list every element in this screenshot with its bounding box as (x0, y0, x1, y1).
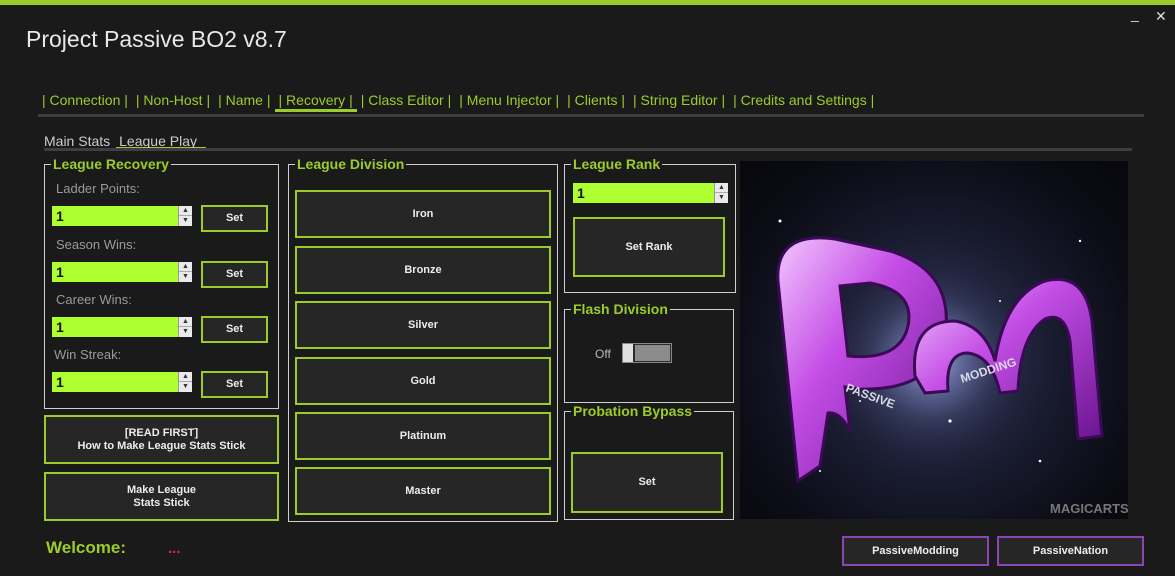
minimize-button[interactable]: _ (1131, 6, 1139, 22)
division-silver-button[interactable]: Silver (295, 301, 551, 349)
season-wins-input[interactable]: 1 ▲ ▼ (52, 262, 192, 282)
tab-name[interactable]: | Name | (214, 90, 274, 112)
career-wins-input[interactable]: 1 ▲ ▼ (52, 317, 192, 337)
set-ladder-points-button[interactable]: Set (201, 205, 268, 232)
read-first-button[interactable]: [READ FIRST] How to Make League Stats St… (44, 415, 279, 464)
passive-nation-button[interactable]: PassiveNation (997, 536, 1144, 566)
probation-bypass-set-button[interactable]: Set (571, 452, 723, 513)
welcome-label: Welcome: (46, 538, 126, 557)
career-wins-label: Career Wins: (56, 292, 132, 307)
toggle-knob (623, 344, 633, 362)
welcome-username: ... (168, 540, 181, 557)
division-platinum-button[interactable]: Platinum (295, 412, 551, 460)
tab-non-host[interactable]: | Non-Host | (132, 90, 214, 112)
league-division-title: League Division (297, 156, 405, 172)
ladder-points-stepper[interactable]: ▲ ▼ (178, 206, 192, 226)
set-rank-button[interactable]: Set Rank (573, 217, 725, 277)
set-win-streak-button[interactable]: Set (201, 371, 268, 398)
set-season-wins-button[interactable]: Set (201, 261, 268, 288)
flash-division-toggle-label: Off (595, 347, 611, 361)
ladder-points-input[interactable]: 1 ▲ ▼ (52, 206, 192, 226)
division-iron-button[interactable]: Iron (295, 190, 551, 238)
passive-modding-logo: PASSIVE MODDING MAGICARTS (740, 161, 1128, 519)
window-accent-bar (0, 0, 1175, 5)
app-title: Project Passive BO2 v8.7 (26, 26, 287, 52)
tab-class-editor[interactable]: | Class Editor | (357, 90, 456, 112)
close-button[interactable]: ✕ (1155, 8, 1167, 25)
career-wins-stepper[interactable]: ▲ ▼ (178, 317, 192, 337)
make-league-stats-stick-button[interactable]: Make League Stats Stick (44, 472, 279, 521)
pm-logo-art: PASSIVE MODDING MAGICARTS (776, 219, 1128, 516)
tab-bar-underline (38, 114, 1144, 117)
division-bronze-button[interactable]: Bronze (295, 246, 551, 294)
tab-string-editor[interactable]: | String Editor | (629, 90, 729, 112)
tab-credits-settings[interactable]: | Credits and Settings | (729, 90, 878, 112)
division-gold-button[interactable]: Gold (295, 357, 551, 405)
flash-division-title: Flash Division (573, 301, 668, 317)
division-master-button[interactable]: Master (295, 467, 551, 515)
season-wins-stepper[interactable]: ▲ ▼ (178, 262, 192, 282)
tab-menu-injector[interactable]: | Menu Injector | (455, 90, 563, 112)
season-wins-label: Season Wins: (56, 237, 137, 252)
toggle-track (635, 345, 670, 361)
win-streak-label: Win Streak: (54, 347, 122, 362)
probation-bypass-title: Probation Bypass (573, 403, 693, 419)
sub-tab-underline (44, 148, 1132, 151)
tab-connection[interactable]: | Connection | (38, 90, 132, 112)
league-rank-stepper[interactable]: ▲ ▼ (714, 183, 728, 203)
main-tab-bar: | Connection | | Non-Host | | Name | | R… (38, 90, 878, 116)
league-rank-input[interactable]: 1 ▲ ▼ (573, 183, 728, 203)
win-streak-input[interactable]: 1 ▲ ▼ (52, 372, 192, 392)
flash-division-toggle[interactable] (622, 343, 672, 363)
tab-recovery[interactable]: | Recovery | (274, 90, 357, 112)
logo-signature: MAGICARTS (1050, 501, 1128, 516)
win-streak-stepper[interactable]: ▲ ▼ (178, 372, 192, 392)
league-recovery-title: League Recovery (53, 156, 169, 172)
ladder-points-label: Ladder Points: (56, 181, 140, 196)
league-rank-title: League Rank (573, 156, 661, 172)
set-career-wins-button[interactable]: Set (201, 316, 268, 343)
passive-modding-button[interactable]: PassiveModding (842, 536, 989, 566)
tab-clients[interactable]: | Clients | (563, 90, 629, 112)
